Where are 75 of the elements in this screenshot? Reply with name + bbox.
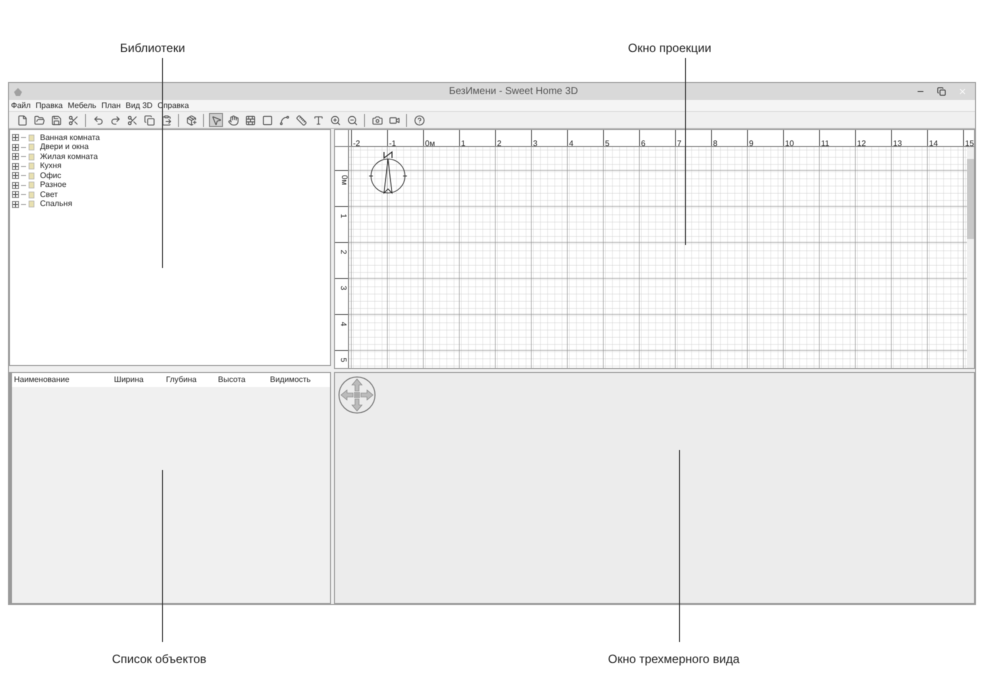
column-header[interactable]: Видимость (270, 374, 322, 386)
column-header[interactable]: Ширина (114, 374, 166, 386)
package-plus-icon[interactable] (184, 113, 198, 127)
curve-icon[interactable] (277, 113, 291, 127)
expand-icon[interactable] (12, 153, 19, 160)
menu-item[interactable]: Мебель (68, 102, 96, 110)
library-category[interactable]: Разное (40, 181, 66, 190)
callout-label: Окно проекции (628, 40, 712, 57)
scissors-icon[interactable] (125, 113, 139, 127)
expand-icon[interactable] (12, 172, 19, 180)
app-icon (13, 86, 23, 96)
ruler-label: 0м (424, 139, 435, 146)
help-icon[interactable] (412, 113, 426, 127)
ruler-label: 11 (820, 139, 830, 146)
ruler-label: 6 (640, 139, 646, 146)
expand-icon[interactable] (12, 144, 19, 151)
column-header[interactable]: Высота (218, 374, 270, 386)
library-category[interactable]: Офис (40, 172, 62, 180)
callout-label: Окно трехмерного вида (608, 651, 740, 668)
callout-label: Библиотеки (120, 40, 186, 57)
library-category[interactable]: Жилая комната (40, 152, 98, 161)
window-title: БезИмени - Sweet Home 3D (449, 85, 578, 99)
compass-drawing (367, 150, 409, 196)
ruler-label: 3 (532, 139, 538, 146)
expand-icon[interactable] (12, 162, 19, 170)
zoom-out-icon[interactable] (345, 113, 359, 127)
square-icon[interactable] (260, 113, 274, 127)
ruler-label: 12 (856, 139, 866, 146)
ruler-icon[interactable] (294, 113, 308, 127)
zoom-in-icon[interactable] (328, 113, 342, 127)
pointer-icon[interactable] (209, 113, 223, 127)
menu-item[interactable]: Правка (36, 102, 63, 110)
expand-icon[interactable] (12, 200, 19, 208)
copy-icon[interactable] (142, 113, 156, 127)
library-category[interactable]: Спальня (40, 200, 72, 208)
brick-wall-icon[interactable] (243, 113, 257, 127)
ruler-label: 7 (676, 139, 682, 146)
ruler-label: 4 (338, 322, 348, 326)
hand-icon[interactable] (226, 113, 240, 127)
ruler-label: -1 (388, 139, 396, 146)
expand-icon[interactable] (12, 134, 19, 142)
ruler-label: 3 (338, 286, 348, 290)
ruler-label: 5 (338, 358, 348, 362)
library-category[interactable]: Свет (40, 190, 58, 199)
scrollbar[interactable] (967, 147, 974, 368)
ruler-label: 5 (604, 139, 610, 146)
menu-item[interactable]: Вид 3D (126, 102, 153, 110)
ruler-label: 13 (892, 139, 902, 146)
save-icon[interactable] (49, 113, 63, 127)
menu-item[interactable]: Файл (11, 102, 31, 110)
ruler-label: 4 (568, 139, 574, 146)
ruler-label: 2 (338, 250, 348, 254)
column-header[interactable]: Глубина (166, 374, 218, 386)
ruler-label: 9 (748, 139, 754, 146)
expand-icon[interactable] (12, 182, 19, 189)
ruler-label: -2 (352, 139, 360, 146)
ruler-label: 8 (712, 139, 718, 146)
restore-icon[interactable] (937, 87, 946, 96)
ruler-label: 0м (338, 175, 348, 185)
ruler-label: 1 (460, 139, 466, 146)
folder-icon[interactable] (32, 113, 46, 127)
navigation-arrows-icon[interactable] (337, 375, 377, 415)
ruler-label: 14 (928, 139, 938, 146)
ruler-label: 2 (496, 139, 502, 146)
scissors-icon[interactable] (66, 113, 80, 127)
expand-icon[interactable] (12, 191, 19, 198)
library-category[interactable]: Двери и окна (40, 143, 89, 152)
column-header[interactable]: Наименование (12, 374, 114, 386)
library-category[interactable]: Кухня (40, 162, 62, 170)
menu-item[interactable]: План (101, 102, 121, 110)
library-category[interactable]: Ванная комната (40, 134, 100, 142)
callout-label: Список объектов (112, 651, 206, 668)
ruler-label: 10 (784, 139, 794, 146)
ruler-label: 15 (964, 139, 974, 146)
ruler-label: 1 (338, 214, 348, 218)
